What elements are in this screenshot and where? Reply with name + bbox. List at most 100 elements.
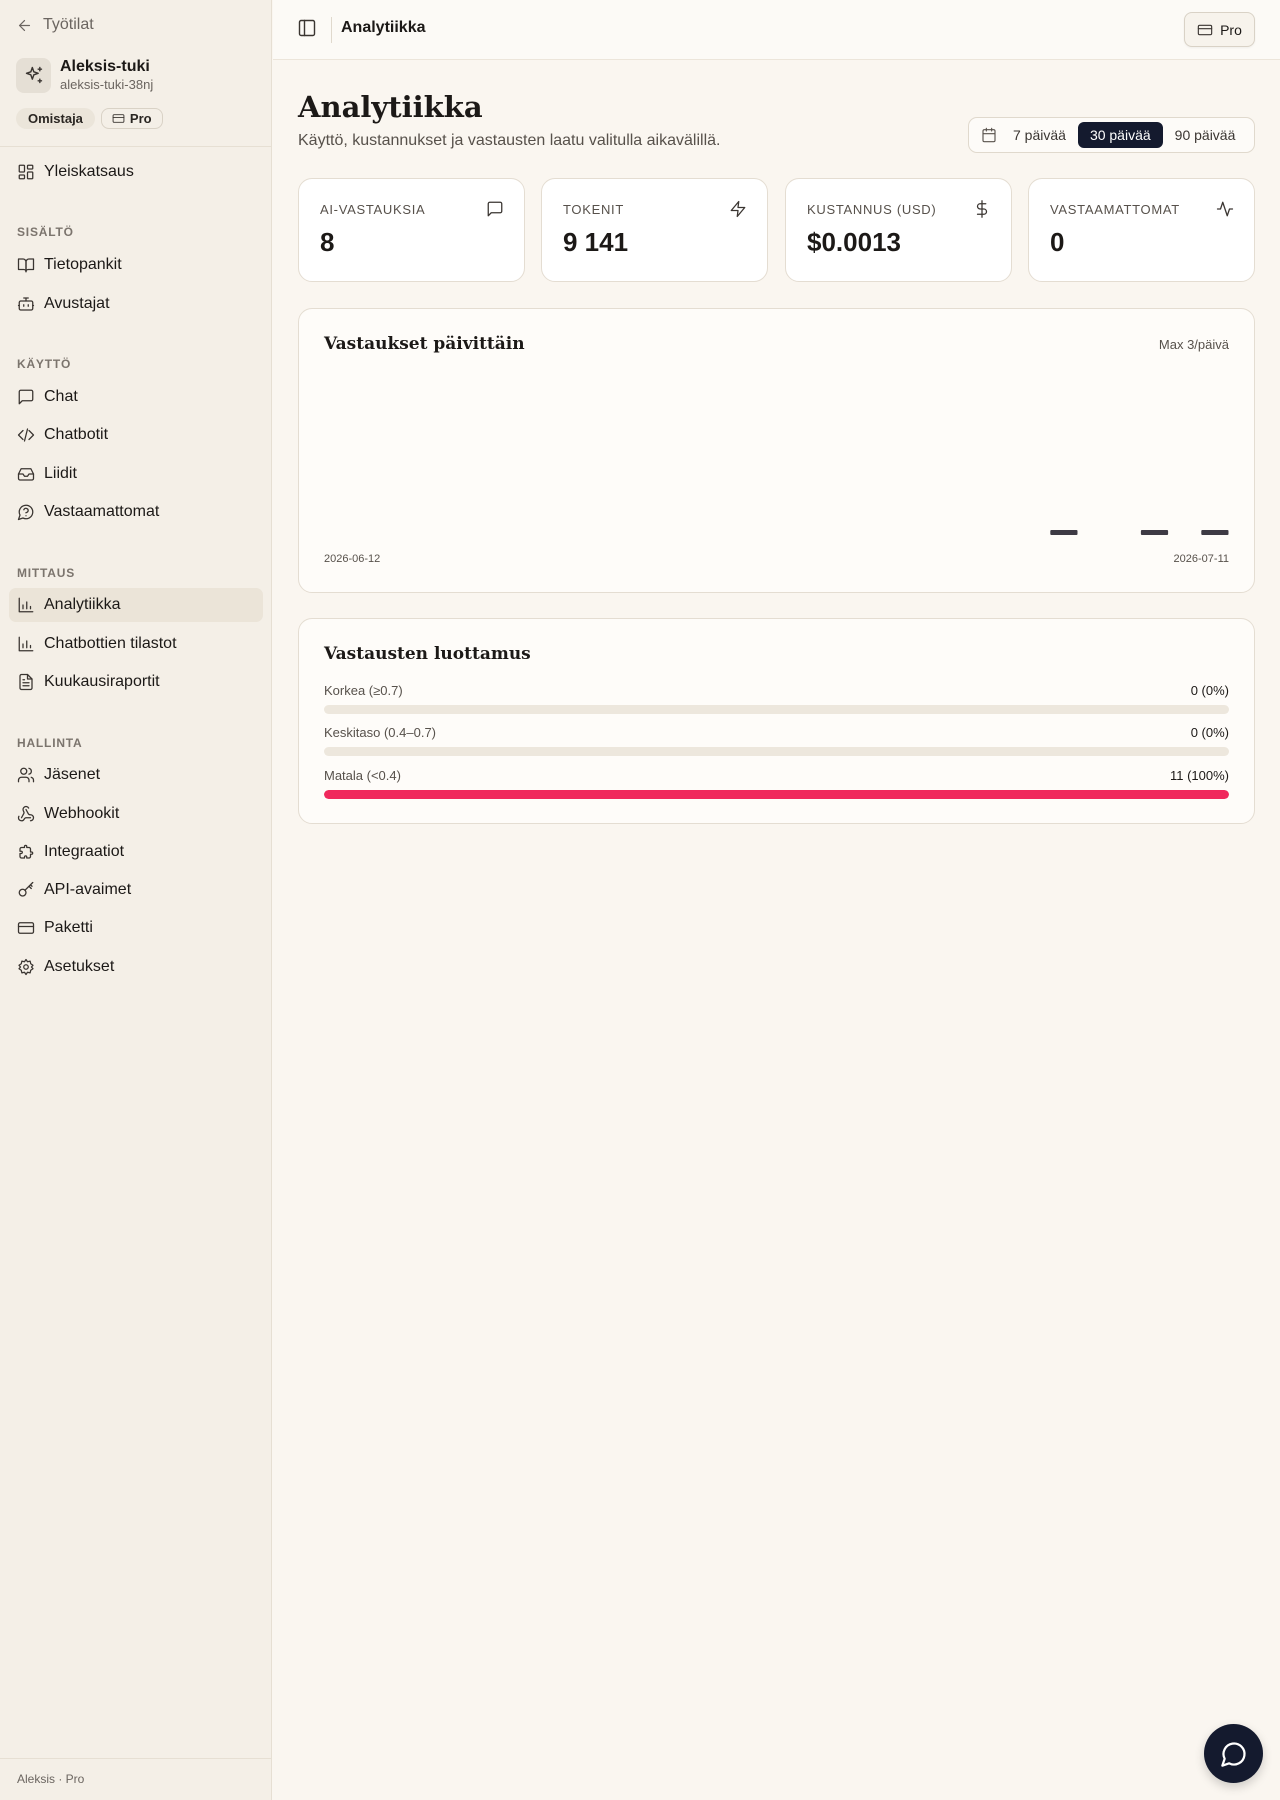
bar-chart-icon — [17, 596, 35, 614]
sidebar-item-label: API-avaimet — [44, 881, 132, 898]
sidebar-item-chat[interactable]: Chat — [9, 380, 263, 414]
stat-label: VASTAAMATTOMAT — [1050, 202, 1180, 217]
stat-label: AI-VASTAUKSIA — [320, 202, 426, 217]
section-metrics-title: MITTAUS — [17, 566, 76, 580]
sidebar-footer-divider — [0, 1758, 271, 1759]
stat-label: KUSTANNUS (USD) — [807, 202, 937, 217]
sidebar-item-label: Asetukset — [44, 958, 115, 975]
section-admin-title: HALLINTA — [17, 736, 83, 750]
arrow-left-icon — [16, 17, 33, 34]
workspace-header[interactable]: Aleksis-tuki aleksis-tuki-38nj — [16, 57, 153, 93]
sidebar-item-label: Liidit — [44, 465, 77, 482]
chart-bar — [1050, 530, 1078, 535]
sparkles-icon — [16, 57, 51, 93]
zap-icon — [729, 200, 747, 218]
sidebar-item-chatbot-stats[interactable]: Chatbottien tilastot — [9, 627, 263, 661]
sidebar-item-settings[interactable]: Asetukset — [9, 950, 263, 984]
back-to-workspaces-link[interactable]: Työtilat — [16, 14, 94, 36]
sidebar-item-label: Webhookit — [44, 805, 120, 822]
back-label: Työtilat — [43, 16, 94, 33]
confidence-label: Matala (<0.4) — [324, 768, 401, 783]
stat-card-tokens: TOKENIT 9 141 — [541, 178, 768, 282]
confidence-bar-track — [324, 790, 1229, 799]
sidebar-toggle-icon[interactable] — [297, 18, 319, 40]
section-content-title: SISÄLTÖ — [17, 225, 74, 239]
file-text-icon — [17, 673, 35, 691]
role-badge: Omistaja — [16, 108, 95, 129]
topbar-separator — [331, 17, 332, 43]
sidebar-item-label: Paketti — [44, 919, 93, 936]
sidebar-item-analytics[interactable]: Analytiikka — [9, 588, 263, 622]
sidebar-item-label: Avustajat — [44, 295, 110, 312]
credit-card-icon — [17, 919, 35, 937]
credit-card-icon — [1197, 22, 1213, 38]
topbar: Analytiikka Pro — [273, 0, 1280, 60]
confidence-bar-track — [324, 747, 1229, 756]
stat-card-ai-responses: AI-VASTAUKSIA 8 — [298, 178, 525, 282]
chat-bubble-icon — [1220, 1741, 1246, 1767]
chart-bar — [1140, 530, 1169, 535]
sidebar-item-knowledge-bases[interactable]: Tietopankit — [9, 248, 263, 282]
sidebar-item-integrations[interactable]: Integraatiot — [9, 835, 263, 869]
page-subtitle: Käyttö, kustannukset ja vastausten laatu… — [298, 132, 721, 149]
confidence-panel: Vastausten luottamus Korkea (≥0.7) 0 (0%… — [298, 618, 1255, 824]
plan-button[interactable]: Pro — [1184, 12, 1255, 47]
sidebar-item-label: Chatbottien tilastot — [44, 635, 177, 652]
confidence-label: Keskitaso (0.4–0.7) — [324, 725, 437, 740]
sidebar-item-leads[interactable]: Liidit — [9, 457, 263, 491]
key-icon — [17, 881, 35, 899]
confidence-label: Korkea (≥0.7) — [324, 683, 403, 698]
sidebar-item-webhooks[interactable]: Webhookit — [9, 797, 263, 831]
confidence-bar-fill — [324, 790, 1229, 799]
stat-value: 8 — [320, 227, 335, 257]
sidebar-item-label: Integraatiot — [44, 843, 125, 860]
stat-card-unanswered: VASTAAMATTOMAT 0 — [1028, 178, 1255, 282]
message-square-icon — [486, 200, 504, 218]
code-icon — [17, 426, 35, 444]
stat-value: 0 — [1050, 227, 1065, 257]
stat-card-cost: KUSTANNUS (USD) $0.0013 — [785, 178, 1012, 282]
workspace-slug: aleksis-tuki-38nj — [60, 77, 154, 92]
daily-chart-max: Max 3/päivä — [1158, 337, 1229, 352]
sidebar: Työtilat Aleksis-tuki aleksis-tuki-38nj … — [0, 0, 272, 1800]
help-circle-icon — [17, 503, 35, 521]
settings-icon — [17, 958, 35, 976]
sidebar-item-unanswered[interactable]: Vastaamattomat — [9, 495, 263, 529]
sidebar-item-api-keys[interactable]: API-avaimet — [9, 873, 263, 907]
plan-badge-label: Pro — [129, 111, 152, 126]
users-icon — [17, 766, 35, 784]
plan-button-label: Pro — [1220, 21, 1242, 38]
chart-end-date: 2026-07-11 — [1173, 553, 1229, 565]
grid-icon — [17, 163, 35, 181]
sidebar-item-monthly-reports[interactable]: Kuukausiraportit — [9, 665, 263, 699]
plan-badge: Pro — [100, 108, 163, 129]
chat-launcher-button[interactable] — [1204, 1724, 1263, 1783]
sidebar-item-label: Analytiikka — [44, 596, 121, 613]
inbox-icon — [17, 465, 35, 483]
sidebar-item-label: Tietopankit — [44, 256, 122, 273]
sidebar-item-label: Yleiskatsaus — [44, 163, 134, 180]
activity-icon — [1216, 200, 1234, 218]
confidence-bar-track — [324, 705, 1229, 714]
confidence-value: 11 (100%) — [1169, 768, 1229, 783]
range-7-days[interactable]: 7 päivää — [1001, 122, 1078, 148]
sidebar-item-members[interactable]: Jäsenet — [9, 758, 263, 792]
workspace-name: Aleksis-tuki — [60, 58, 150, 75]
date-range-selector: 7 päivää 30 päivää 90 päivää — [968, 117, 1255, 153]
bot-icon — [17, 295, 35, 313]
sidebar-item-label: Kuukausiraportit — [44, 673, 160, 690]
sidebar-item-label: Vastaamattomat — [44, 503, 160, 520]
sidebar-item-plan[interactable]: Paketti — [9, 911, 263, 945]
stat-label: TOKENIT — [563, 202, 625, 217]
sidebar-footer: Aleksis · Pro — [17, 1772, 85, 1786]
webhook-icon — [17, 805, 35, 823]
section-usage-title: KÄYTTÖ — [17, 357, 72, 371]
sidebar-item-overview[interactable]: Yleiskatsaus — [9, 155, 263, 189]
puzzle-icon — [17, 843, 35, 861]
range-90-days[interactable]: 90 päivää — [1163, 122, 1248, 148]
stat-value: 9 141 — [563, 227, 629, 257]
sidebar-item-label: Jäsenet — [44, 766, 101, 783]
range-30-days[interactable]: 30 päivää — [1077, 122, 1163, 148]
sidebar-item-assistants[interactable]: Avustajat — [9, 287, 263, 321]
sidebar-item-chatbots[interactable]: Chatbotit — [9, 418, 263, 452]
